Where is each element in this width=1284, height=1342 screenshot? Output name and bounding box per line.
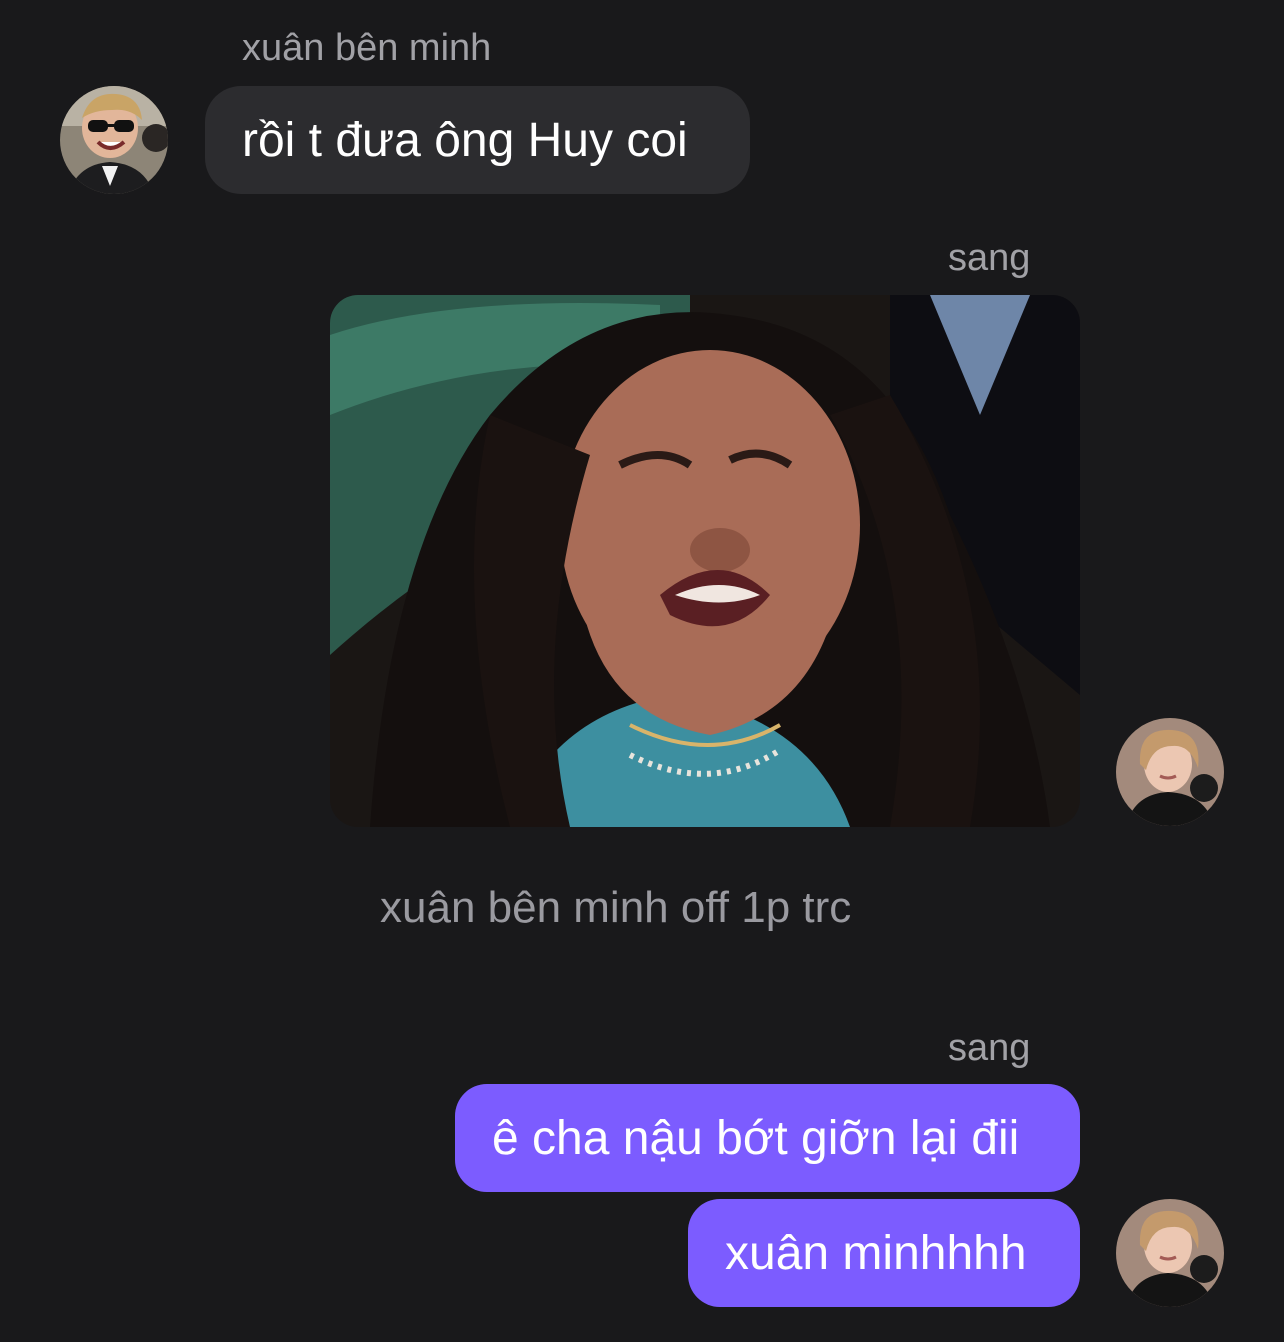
contact-avatar[interactable] [60, 86, 168, 194]
my-avatar[interactable] [1116, 718, 1224, 826]
outgoing-message-bubble[interactable]: ê cha nậu bớt giỡn lại đii [455, 1084, 1080, 1192]
photo-message[interactable] [330, 295, 1080, 827]
message-text: xuân minhhhh [725, 1227, 1027, 1280]
avatar-image [1116, 1199, 1224, 1307]
sender-name: sang [948, 1027, 1031, 1069]
sender-name: sang [948, 237, 1031, 279]
message-text: rồi t đưa ông Huy coi [242, 114, 688, 167]
activity-status: xuân bên minh off 1p trc [380, 883, 852, 932]
sender-name: xuân bên minh [242, 27, 492, 69]
outgoing-message-bubble[interactable]: xuân minhhhh [688, 1199, 1080, 1307]
avatar-image [1116, 718, 1224, 826]
message-text: ê cha nậu bớt giỡn lại đii [492, 1112, 1020, 1165]
meme-photo [330, 295, 1080, 827]
my-avatar[interactable] [1116, 1199, 1224, 1307]
incoming-message-bubble[interactable]: rồi t đưa ông Huy coi [205, 86, 750, 194]
avatar-image [60, 86, 168, 194]
